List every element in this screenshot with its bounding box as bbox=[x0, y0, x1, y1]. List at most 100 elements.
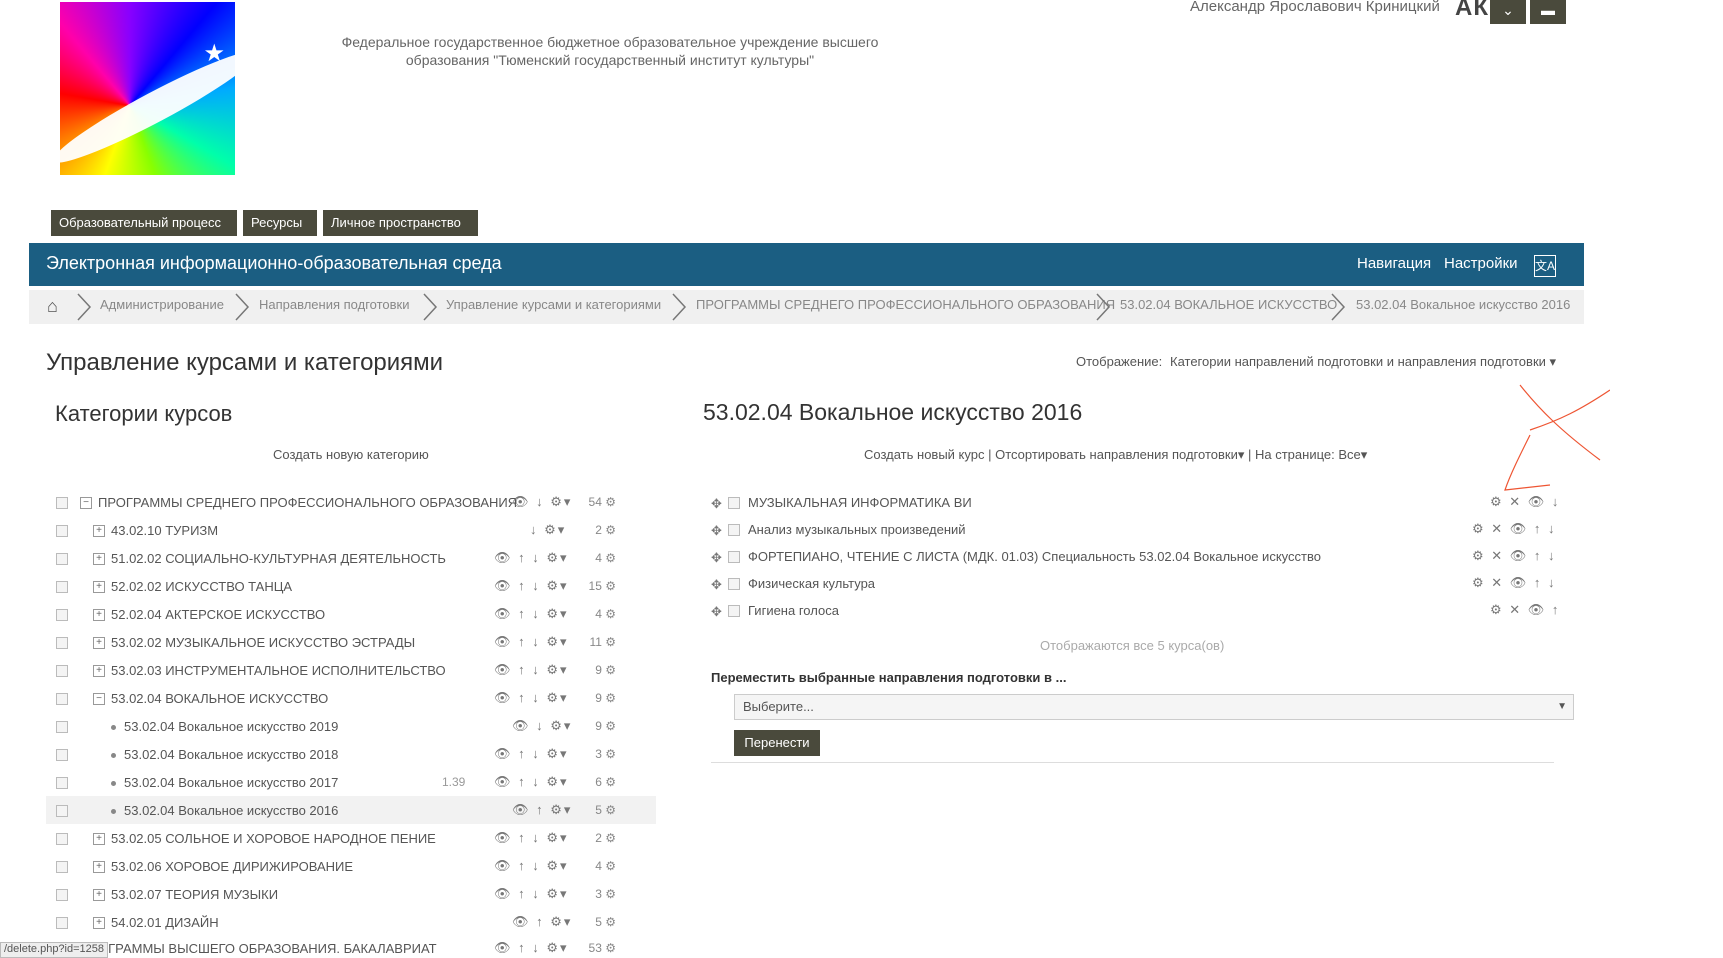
expand-icon[interactable]: + bbox=[93, 525, 105, 537]
category-checkbox[interactable] bbox=[56, 833, 68, 845]
manage-gear-icon[interactable]: ⚙ bbox=[602, 579, 616, 593]
manage-gear-icon[interactable]: ⚙ bbox=[602, 747, 616, 761]
category-checkbox[interactable] bbox=[56, 553, 68, 565]
category-actions[interactable]: 👁 ↑ ↓ ⚙▾ bbox=[494, 940, 569, 956]
move-button[interactable]: Перенести bbox=[734, 730, 820, 756]
manage-gear-icon[interactable]: ⚙ bbox=[602, 551, 616, 565]
move-handle-icon[interactable]: ✥ bbox=[711, 604, 722, 620]
manage-gear-icon[interactable]: ⚙ bbox=[602, 915, 616, 929]
move-handle-icon[interactable]: ✥ bbox=[711, 577, 722, 593]
category-checkbox[interactable] bbox=[56, 805, 68, 817]
course-actions[interactable]: ⚙ ✕ 👁 ↑ ↓ bbox=[1472, 521, 1557, 537]
breadcrumb-item[interactable]: Управление курсами и категориями bbox=[446, 297, 661, 312]
category-actions[interactable]: 👁 ↑ ↓ ⚙▾ bbox=[494, 858, 569, 874]
category-name[interactable]: 53.02.03 ИНСТРУМЕНТАЛЬНОЕ ИСПОЛНИТЕЛЬСТВ… bbox=[111, 663, 446, 678]
site-title[interactable]: Электронная информационно-образовательна… bbox=[46, 253, 502, 274]
breadcrumb-item[interactable]: Администрирование bbox=[100, 297, 224, 312]
category-checkbox[interactable] bbox=[56, 861, 68, 873]
course-name[interactable]: Физическая культура bbox=[748, 576, 875, 591]
user-name[interactable]: Александр Ярославович Криницкий bbox=[1190, 0, 1440, 15]
category-name[interactable]: 53.02.04 Вокальное искусство 2018 bbox=[124, 747, 338, 762]
course-checkbox[interactable] bbox=[728, 524, 740, 536]
menu-education-process[interactable]: Образовательный процесс ▾ bbox=[51, 210, 237, 256]
category-name[interactable]: 54.02.01 ДИЗАЙН bbox=[111, 915, 219, 930]
breadcrumb-item[interactable]: 53.02.04 Вокальное искусство 2016 bbox=[1356, 297, 1570, 312]
category-actions[interactable]: 👁 ↑ ⚙▾ bbox=[512, 802, 572, 818]
manage-gear-icon[interactable]: ⚙ bbox=[602, 663, 616, 677]
category-name[interactable]: 53.02.04 ВОКАЛЬНОЕ ИСКУССТВО bbox=[111, 691, 328, 706]
expand-icon[interactable]: + bbox=[93, 637, 105, 649]
collapse-icon[interactable]: − bbox=[93, 693, 105, 705]
category-actions[interactable]: 👁 ↑ ↓ ⚙▾ bbox=[494, 746, 569, 762]
category-name[interactable]: 53.02.04 Вокальное искусство 2016 bbox=[124, 803, 338, 818]
category-actions[interactable]: 👁 ↑ ↓ ⚙▾ bbox=[494, 774, 569, 790]
category-checkbox[interactable] bbox=[56, 581, 68, 593]
move-handle-icon[interactable]: ✥ bbox=[711, 550, 722, 566]
category-name[interactable]: 53.02.05 СОЛЬНОЕ И ХОРОВОЕ НАРОДНОЕ ПЕНИ… bbox=[111, 831, 436, 846]
expand-icon[interactable]: + bbox=[93, 833, 105, 845]
category-checkbox[interactable] bbox=[56, 525, 68, 537]
course-checkbox[interactable] bbox=[728, 497, 740, 509]
home-icon[interactable]: ⌂ bbox=[47, 296, 58, 317]
manage-gear-icon[interactable]: ⚙ bbox=[602, 941, 616, 955]
category-checkbox[interactable] bbox=[56, 749, 68, 761]
course-checkbox[interactable] bbox=[728, 551, 740, 563]
category-checkbox[interactable] bbox=[56, 917, 68, 929]
expand-icon[interactable]: + bbox=[93, 917, 105, 929]
site-logo[interactable]: ★ bbox=[60, 2, 235, 175]
manage-gear-icon[interactable]: ⚙ bbox=[602, 803, 616, 817]
category-name[interactable]: 53.02.07 ТЕОРИЯ МУЗЫКИ bbox=[111, 887, 278, 902]
category-name[interactable]: 53.02.04 Вокальное искусство 2019 bbox=[124, 719, 338, 734]
expand-icon[interactable]: + bbox=[93, 553, 105, 565]
manage-gear-icon[interactable]: ⚙ bbox=[602, 495, 616, 509]
category-actions[interactable]: 👁 ↑ ↓ ⚙▾ bbox=[494, 578, 569, 594]
menu-resources[interactable]: Ресурсы ▾ bbox=[243, 210, 317, 256]
expand-icon[interactable]: + bbox=[93, 609, 105, 621]
settings-link[interactable]: Настройки bbox=[1444, 255, 1518, 272]
category-actions[interactable]: 👁 ↑ ↓ ⚙▾ bbox=[494, 662, 569, 678]
course-actions[interactable]: ⚙ ✕ 👁 ↑ ↓ bbox=[1472, 575, 1557, 591]
category-checkbox[interactable] bbox=[56, 693, 68, 705]
course-name[interactable]: Гигиена голоса bbox=[748, 603, 839, 618]
category-actions[interactable]: 👁 ↑ ↓ ⚙▾ bbox=[494, 886, 569, 902]
manage-gear-icon[interactable]: ⚙ bbox=[602, 887, 616, 901]
move-handle-icon[interactable]: ✥ bbox=[711, 523, 722, 539]
manage-gear-icon[interactable]: ⚙ bbox=[602, 831, 616, 845]
create-course-link[interactable]: Создать новый курс bbox=[864, 447, 984, 462]
language-icon[interactable]: 文A bbox=[1534, 255, 1556, 277]
move-target-select[interactable]: Выберите... ▼ bbox=[734, 694, 1574, 720]
expand-icon[interactable]: + bbox=[93, 889, 105, 901]
manage-gear-icon[interactable]: ⚙ bbox=[602, 691, 616, 705]
create-category-link[interactable]: Создать новую категорию bbox=[273, 447, 429, 462]
per-page-dropdown[interactable]: На странице: Все▾ bbox=[1255, 447, 1367, 462]
category-checkbox[interactable] bbox=[56, 609, 68, 621]
category-checkbox[interactable] bbox=[56, 637, 68, 649]
navigation-link[interactable]: Навигация bbox=[1357, 255, 1431, 272]
category-actions[interactable]: 👁 ↑ ↓ ⚙▾ bbox=[494, 550, 569, 566]
category-checkbox[interactable] bbox=[56, 497, 68, 509]
category-actions[interactable]: 👁 ↓ ⚙▾ bbox=[512, 718, 572, 734]
category-name[interactable]: ОГРАММЫ ВЫСШЕГО ОБРАЗОВАНИЯ. БАКАЛАВРИАТ bbox=[98, 941, 437, 956]
breadcrumb-item[interactable]: ПРОГРАММЫ СРЕДНЕГО ПРОФЕССИОНАЛЬНОГО ОБР… bbox=[696, 297, 1115, 312]
course-name[interactable]: ФОРТЕПИАНО, ЧТЕНИЕ С ЛИСТА (МДК. 01.03) … bbox=[748, 549, 1321, 564]
manage-gear-icon[interactable]: ⚙ bbox=[602, 859, 616, 873]
course-checkbox[interactable] bbox=[728, 578, 740, 590]
expand-icon[interactable]: + bbox=[93, 861, 105, 873]
category-actions[interactable]: 👁 ↑ ↓ ⚙▾ bbox=[494, 634, 569, 650]
messages-dropdown-button[interactable]: ⌄ bbox=[1490, 0, 1526, 24]
course-actions[interactable]: ⚙ ✕ 👁 ↑ ↓ bbox=[1472, 548, 1557, 564]
expand-icon[interactable]: + bbox=[93, 665, 105, 677]
chat-button[interactable]: ▬ bbox=[1530, 0, 1566, 24]
course-actions[interactable]: ⚙ ✕ 👁 ↑ bbox=[1490, 602, 1560, 618]
collapse-icon[interactable]: − bbox=[80, 497, 92, 509]
sort-courses-dropdown[interactable]: Отсортировать направления подготовки▾ bbox=[995, 447, 1244, 462]
manage-gear-icon[interactable]: ⚙ bbox=[602, 719, 616, 733]
category-name[interactable]: 51.02.02 СОЦИАЛЬНО-КУЛЬТУРНАЯ ДЕЯТЕЛЬНОС… bbox=[111, 551, 446, 566]
category-checkbox[interactable] bbox=[56, 721, 68, 733]
display-mode-dropdown[interactable]: Категории направлений подготовки и напра… bbox=[1170, 354, 1556, 370]
course-name[interactable]: МУЗЫКАЛЬНАЯ ИНФОРМАТИКА ВИ bbox=[748, 495, 972, 510]
menu-personal-space[interactable]: Личное пространство ▾ bbox=[323, 210, 478, 256]
category-name[interactable]: 52.02.04 АКТЕРСКОЕ ИСКУССТВО bbox=[111, 607, 325, 622]
category-actions[interactable]: 👁 ↑ ↓ ⚙▾ bbox=[494, 606, 569, 622]
category-actions[interactable]: 👁 ↑ ⚙▾ bbox=[512, 914, 572, 930]
